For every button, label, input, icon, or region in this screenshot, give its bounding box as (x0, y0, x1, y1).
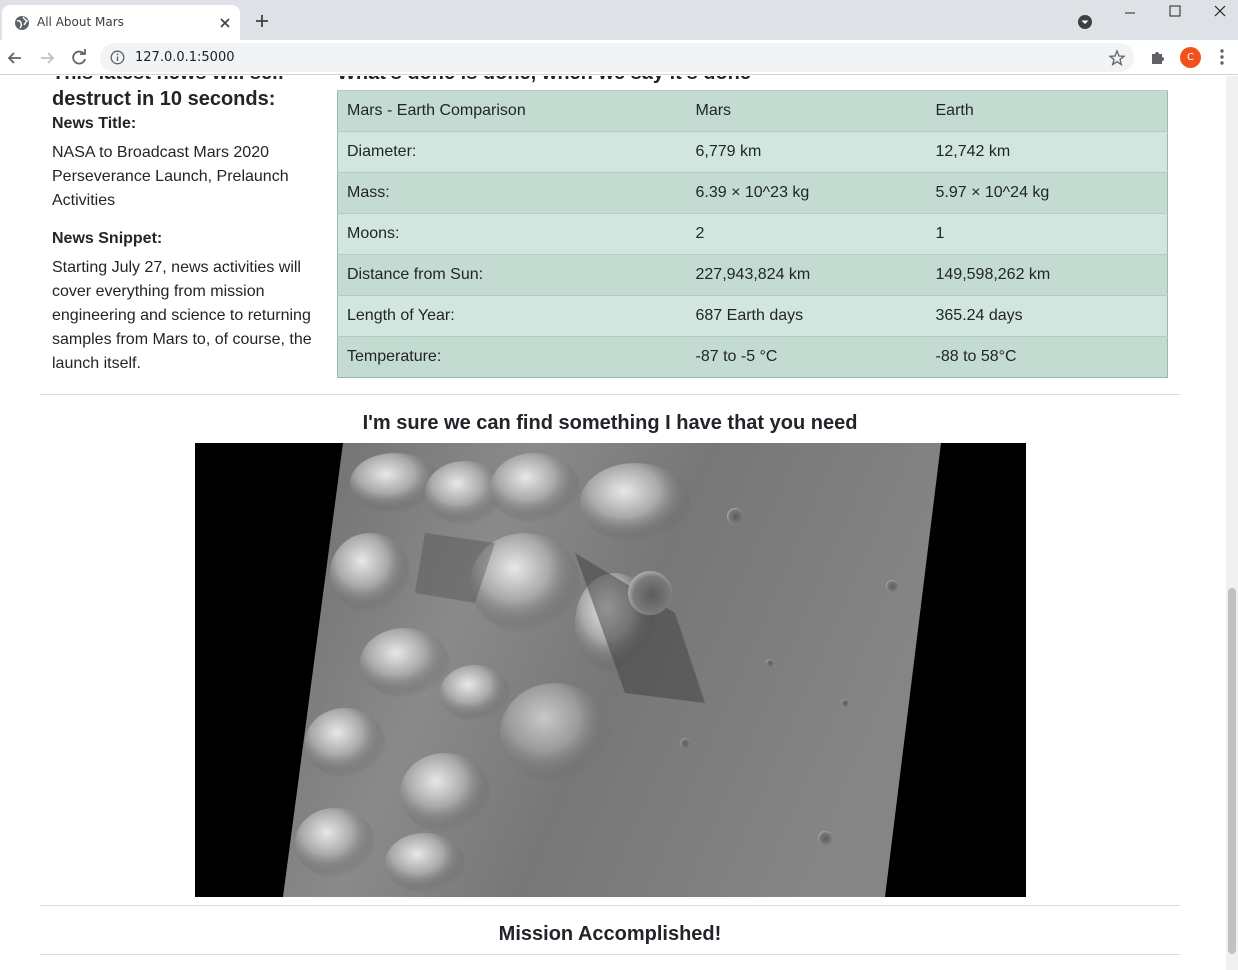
maximize-window-icon[interactable] (1152, 2, 1198, 24)
news-snippet-text: Starting July 27, news activities will c… (52, 259, 312, 372)
browser-toolbar: 127.0.0.1:5000 (0, 40, 1238, 75)
profile-avatar[interactable]: C (1180, 47, 1201, 68)
news-snippet-label: News Snippet: (52, 230, 163, 247)
table-row: Mass: 6.39 × 10^23 kg 5.97 × 10^24 kg (337, 172, 1168, 214)
divider (40, 954, 1180, 955)
globe-icon (15, 16, 29, 30)
table-row: Temperature: -87 to -5 °C -88 to 58°C (337, 336, 1168, 378)
table-row: Moons: 2 1 (337, 213, 1168, 255)
vertical-scrollbar[interactable] (1226, 76, 1238, 970)
table-cell: -87 to -5 °C (686, 336, 927, 378)
facts-heading: What's done is done, when we say it's do… (337, 76, 751, 86)
close-window-icon[interactable] (1197, 2, 1238, 24)
mars-earth-facts-table: Mars - Earth Comparison Mars Earth Diame… (337, 90, 1168, 378)
mars-surface-picture (195, 443, 1026, 897)
divider (40, 394, 1180, 395)
tab-title: All About Mars (37, 15, 124, 29)
table-cell: Diameter: (337, 131, 687, 173)
table-cell: 1 (926, 213, 1168, 255)
footer-heading: Mission Accomplished! (498, 923, 722, 945)
table-cell: 365.24 days (926, 295, 1168, 337)
close-tab-icon[interactable] (216, 14, 234, 32)
new-tab-icon[interactable] (253, 12, 271, 30)
table-row: Length of Year: 687 Earth days 365.24 da… (337, 295, 1168, 337)
table-cell: 5.97 × 10^24 kg (926, 172, 1168, 214)
table-cell: Moons: (337, 213, 687, 255)
kebab-menu-icon[interactable] (1212, 47, 1232, 67)
browser-tab[interactable]: All About Mars (2, 5, 240, 40)
minimize-window-icon[interactable] (1107, 2, 1153, 24)
table-header-cell: Earth (926, 90, 1168, 132)
table-cell: 687 Earth days (686, 295, 927, 337)
table-cell: 6,779 km (686, 131, 927, 173)
table-row: Distance from Sun: 227,943,824 km 149,59… (337, 254, 1168, 296)
table-cell: Distance from Sun: (337, 254, 687, 296)
news-title-label: News Title: (52, 115, 137, 132)
table-cell: Mass: (337, 172, 687, 214)
table-cell: 2 (686, 213, 927, 255)
table-header-cell: Mars (686, 90, 927, 132)
info-icon[interactable] (110, 50, 125, 65)
reload-icon[interactable] (69, 48, 89, 68)
table-cell: Length of Year: (337, 295, 687, 337)
news-title-text: NASA to Broadcast Mars 2020 Perseverance… (52, 144, 289, 209)
back-arrow-icon[interactable] (5, 48, 25, 68)
bookmark-star-icon[interactable] (1108, 49, 1126, 67)
table-header-cell: Mars - Earth Comparison (337, 90, 687, 132)
url-text[interactable]: 127.0.0.1:5000 (135, 50, 235, 65)
table-row: Diameter: 6,779 km 12,742 km (337, 131, 1168, 173)
forward-arrow-icon[interactable] (37, 48, 57, 68)
scrollbar-thumb[interactable] (1228, 588, 1236, 954)
page-viewport: This latest news will self-destruct in 1… (0, 76, 1226, 970)
news-heading: This latest news will self-destruct in 1… (52, 76, 291, 110)
table-cell: 6.39 × 10^23 kg (686, 172, 927, 214)
table-cell: -88 to 58°C (926, 336, 1168, 378)
table-cell: 227,943,824 km (686, 254, 927, 296)
browser-tab-bar: All About Mars (0, 0, 1238, 40)
table-cell: 149,598,262 km (926, 254, 1168, 296)
tab-search-icon[interactable] (1076, 13, 1094, 31)
divider (40, 905, 1180, 906)
mars-hemisphere-image (195, 443, 1026, 897)
extensions-puzzle-icon[interactable] (1148, 47, 1168, 67)
table-row: Mars - Earth Comparison Mars Earth (337, 90, 1168, 132)
address-bar[interactable]: 127.0.0.1:5000 (100, 43, 1134, 72)
table-cell: 12,742 km (926, 131, 1168, 173)
table-cell: Temperature: (337, 336, 687, 378)
image-section-heading: I'm sure we can find something I have th… (362, 412, 858, 434)
